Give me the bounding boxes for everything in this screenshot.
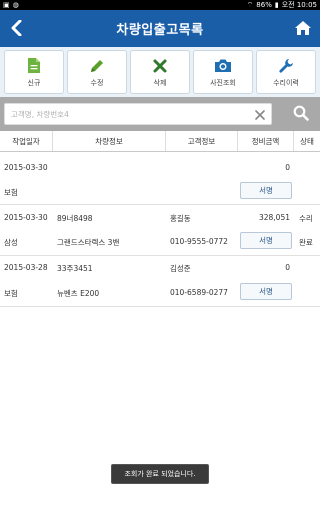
delete-button[interactable]: 삭제 bbox=[130, 50, 190, 94]
customer-name: 홍길동 bbox=[170, 214, 191, 223]
status-right: ⌔ 86% ▮ 오전 10:05 bbox=[247, 0, 317, 10]
camera-icon bbox=[214, 57, 232, 75]
sign-button[interactable]: 서명 bbox=[240, 182, 292, 199]
sign-button[interactable]: 서명 bbox=[240, 283, 292, 300]
car-number: 33주3451 bbox=[57, 264, 93, 273]
edit-button[interactable]: 수정 bbox=[67, 50, 127, 94]
column-header-status[interactable]: 상태 bbox=[294, 131, 320, 151]
wifi-icon: ⌔ bbox=[246, 0, 254, 9]
column-header-amount[interactable]: 정비금액 bbox=[238, 131, 294, 151]
status-detail: 완료 bbox=[299, 238, 313, 247]
work-date: 2015-03-30 bbox=[4, 213, 48, 222]
car-model: 그랜드스타렉스 3밴 bbox=[57, 238, 120, 247]
car-model: 뉴벤츠 E200 bbox=[57, 289, 100, 298]
repair-amount: 0 bbox=[285, 263, 290, 272]
back-button[interactable] bbox=[6, 17, 28, 39]
column-header-date[interactable]: 작업일자 bbox=[0, 131, 53, 151]
wrench-icon bbox=[277, 57, 295, 75]
battery-icon: ▮ bbox=[274, 1, 279, 9]
column-header-customer[interactable]: 고객정보 bbox=[166, 131, 238, 151]
document-icon bbox=[25, 57, 43, 75]
action-toolbar: 신규 수정 삭제 사진조회 수리이력 bbox=[0, 47, 320, 97]
insurer: 보험 bbox=[4, 188, 18, 197]
search-input[interactable] bbox=[11, 109, 251, 119]
home-icon bbox=[295, 21, 311, 35]
car-number: 89너8498 bbox=[57, 214, 93, 223]
repair-history-button[interactable]: 수리이력 bbox=[256, 50, 316, 94]
search-box bbox=[4, 103, 272, 125]
table-row[interactable]: 2015-03-28 33주3451 김성준 0 보험 뉴벤츠 E200 010… bbox=[0, 257, 320, 307]
table-header: 작업일자 차량정보 고객정보 정비금액 상태 bbox=[0, 131, 320, 152]
repair-amount: 328,051 bbox=[258, 213, 290, 222]
search-icon bbox=[293, 105, 309, 121]
photo-view-button[interactable]: 사진조회 bbox=[193, 50, 253, 94]
repair-amount: 0 bbox=[285, 163, 290, 172]
home-button[interactable] bbox=[292, 17, 314, 39]
sign-button[interactable]: 서명 bbox=[240, 232, 292, 249]
battery-percent: 86% bbox=[256, 1, 272, 9]
close-icon bbox=[255, 110, 265, 120]
status: 수리 bbox=[299, 214, 313, 223]
new-button-label: 신규 bbox=[27, 78, 41, 87]
repair-history-button-label: 수리이력 bbox=[273, 78, 299, 87]
x-delete-icon bbox=[151, 57, 169, 75]
delete-button-label: 삭제 bbox=[153, 78, 167, 87]
work-date: 2015-03-28 bbox=[4, 263, 48, 272]
customer-phone: 010-6589-0277 bbox=[170, 288, 228, 297]
insurer: 삼성 bbox=[4, 238, 18, 247]
toast-message: 조회가 완료 되었습니다. bbox=[111, 464, 209, 484]
search-bar bbox=[0, 97, 320, 131]
clear-search-button[interactable] bbox=[253, 108, 267, 122]
status-bar: ▣ ◍ ⌔ 86% ▮ 오전 10:05 bbox=[0, 0, 320, 10]
status-left-icons: ▣ ◍ bbox=[3, 1, 19, 9]
photo-view-button-label: 사진조회 bbox=[210, 78, 236, 87]
new-button[interactable]: 신규 bbox=[4, 50, 64, 94]
work-date: 2015-03-30 bbox=[4, 163, 48, 172]
search-button[interactable] bbox=[290, 102, 312, 124]
page-title: 차량입출고목록 bbox=[116, 23, 204, 38]
edit-button-label: 수정 bbox=[90, 78, 104, 87]
chevron-left-icon bbox=[11, 20, 22, 36]
notification-image-icon: ▣ bbox=[3, 1, 10, 9]
column-header-car[interactable]: 차량정보 bbox=[53, 131, 166, 151]
table-row[interactable]: 2015-03-30 0 보험 서명 bbox=[0, 155, 320, 205]
pencil-icon bbox=[88, 57, 106, 75]
table-row[interactable]: 2015-03-30 89너8498 홍길동 328,051 수리 삼성 그랜드… bbox=[0, 206, 320, 256]
insurer: 보험 bbox=[4, 289, 18, 298]
customer-name: 김성준 bbox=[170, 264, 191, 273]
customer-phone: 010-9555-0772 bbox=[170, 237, 228, 246]
clock: 오전 10:05 bbox=[281, 1, 317, 9]
notification-app-icon: ◍ bbox=[12, 1, 19, 9]
title-bar: 차량입출고목록 bbox=[0, 10, 320, 47]
